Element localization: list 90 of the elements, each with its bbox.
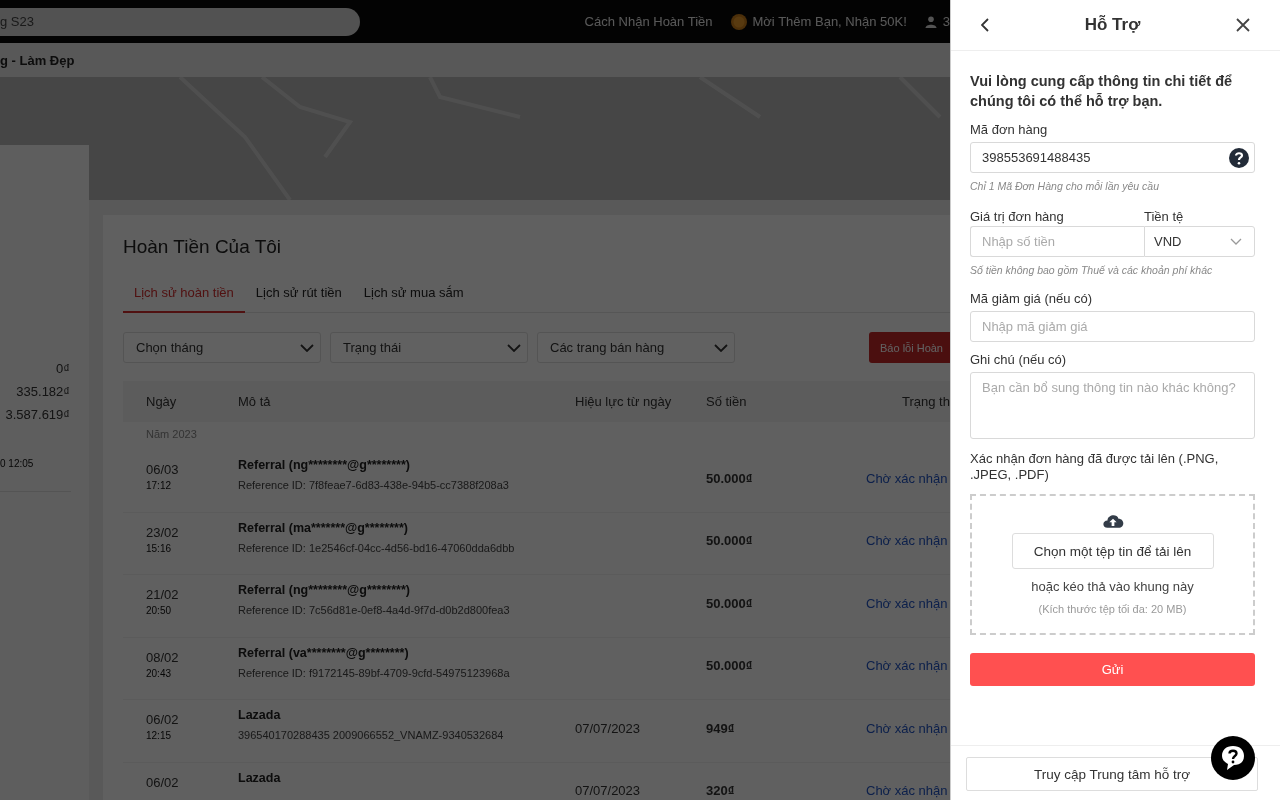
amount-text: 320₫ [706,783,735,798]
status-link[interactable]: Chờ xác nhận [866,470,948,486]
valid-date: 07/07/2023 [575,783,641,798]
chevron-down-icon [714,343,728,352]
field-label: Ghi chú (nếu có) [970,352,1068,367]
panel-title: Hỗ Trợ [1084,15,1141,35]
amount-field[interactable]: Nhập số tiền [970,226,1144,257]
transaction-title: Referral (ma*******@g********) [238,520,409,535]
date-text: 23/02 [146,524,180,540]
status-link[interactable]: Chờ xác nhận [866,658,948,673]
amount-text: 3.587.619₫ [5,407,70,422]
amount-text: 949₫ [706,720,735,736]
amount-text: 50.000₫ [706,470,753,486]
transaction-detail: 396540170288435 2009066552_VNAMZ-9340532684 [238,729,505,741]
tab[interactable]: Lịch sử hoàn tiền [123,277,245,313]
column-header: Mô tả [238,394,272,409]
field-label: Xác nhận đơn hàng đã được tải lên (.PNG, .JPEG, .PDF) [970,451,1220,483]
transaction-detail: Reference ID: f9172145-89bf-4709-9cfd-54975123968a [238,666,511,679]
submit-button[interactable]: Gửi [970,653,1255,686]
filter-dropdown[interactable]: Trạng thái [330,332,528,363]
date-text: 06/02 [146,712,180,727]
date-text: 08/02 [146,649,180,665]
amount-text: 50.000₫ [706,533,753,548]
coin-icon [730,13,747,30]
amount-text: 335.182₫ [16,384,70,399]
chevron-down-icon [1230,238,1242,245]
date-text: 21/02 [146,587,180,602]
page-title: Hoàn Tiền Của Tôi [123,235,283,259]
transaction-title: Referral (ng********@g********) [238,458,411,472]
help-icon[interactable] [1229,147,1249,168]
help-chat-icon[interactable] [1211,736,1255,780]
status-link[interactable]: Chờ xác nhận [866,783,948,798]
amount-text: 50.000₫ [706,595,753,611]
status-link[interactable]: Chờ xác nhận [866,595,948,611]
search-field[interactable]: g S23 [0,7,360,36]
choose-file-button[interactable]: Chọn một tệp tin để tải lên [1011,533,1214,569]
currency-dropdown[interactable]: VND [1144,226,1255,257]
column-header: Số tiền [706,394,748,409]
upload-dropzone[interactable]: Chọn một tệp tin để tải lên hoặc kéo thả vào khung này (Kích thước tệp tối đa: 20 MB) [970,494,1255,635]
order-id-field[interactable]: 398553691488435 [970,142,1255,173]
time-text: 20:50 [146,605,173,616]
tab[interactable]: Lịch sử mua sắm [352,277,475,313]
coupon-field[interactable]: Nhập mã giảm giá [970,311,1255,342]
size-note: (Kích thước tệp tối đa: 20 MB) [1038,603,1187,615]
help-center-button[interactable]: Truy cập Trung tâm hỗ trợ [966,757,1258,791]
field-label: Giá trị đơn hàng [970,209,1065,224]
field-label: Tiền tệ [1144,209,1185,224]
updated-time: 0 12:05 [0,458,35,469]
chevron-down-icon [300,343,314,352]
date-text: 06/02 [146,774,180,790]
breadcrumb[interactable]: g - Làm Đẹp [0,52,75,68]
note-field[interactable]: Bạn cần bổ sung thông tin nào khác không? [970,372,1255,439]
status-link[interactable]: Chờ xác nhận [866,533,948,548]
close-icon[interactable] [1236,18,1250,32]
intro-text: Vui lòng cung cấp thông tin chi tiết để chúng tôi có thể hỗ trợ bạn. [970,72,1234,111]
user-icon [924,15,937,28]
field-label: Mã giảm giá (nếu có) [970,291,1094,306]
tab[interactable]: Lịch sử rút tiền [244,277,353,313]
transaction-title: Lazada [238,708,282,722]
column-header: Ngày [145,394,178,409]
hint-text: Số tiền không bao gồm Thuế và các khoản phí khác [970,264,1214,276]
amount-text: 0₫ [56,361,70,376]
drag-hint: hoặc kéo thả vào khung này [1031,579,1194,594]
back-icon[interactable] [981,18,989,32]
transaction-title: Lazada [238,770,282,785]
column-header: Hiệu lực từ ngày [575,394,673,409]
filter-dropdown[interactable]: Chọn tháng [123,332,321,363]
chevron-down-icon [507,343,521,352]
valid-date: 07/07/2023 [575,720,641,736]
column-header: Trạng th [901,394,950,409]
field-label: Mã đơn hàng [970,122,1049,137]
date-text: 06/03 [146,462,180,477]
nav-link[interactable]: Cách Nhận Hoàn Tiền [584,14,713,29]
status-link[interactable]: Chờ xác nhận [866,720,948,736]
amount-text: 50.000₫ [706,658,753,673]
filter-dropdown[interactable]: Các trang bán hàng [537,332,735,363]
time-text: 17:12 [146,480,173,491]
time-text: 12:15 [146,730,173,741]
cloud-upload-icon [1101,513,1124,528]
transaction-detail: Reference ID: 7c56d81e-0ef8-4a4d-9f7d-d0b2d800fea3 [238,604,511,616]
report-button[interactable]: Báo lỗi Hoàn [869,332,950,363]
user-count[interactable]: 3 [942,14,950,29]
transaction-detail: Reference ID: 7f8feae7-6d83-438e-94b5-cc7388f208a3 [238,479,510,491]
transaction-title: Referral (ng********@g********) [238,583,411,597]
time-text: 15:16 [146,542,173,554]
transaction-title: Referral (va********@g********) [238,645,410,660]
nav-link[interactable]: Mời Thêm Bạn, Nhận 50K! [752,14,907,29]
transaction-detail: Reference ID: 1e2546cf-04cc-4d56-bd16-47060dda6dbb [238,541,516,554]
hint-text: Chỉ 1 Mã Đơn Hàng cho mỗi lần yêu cầu [970,180,1161,192]
time-text: 20:43 [146,667,173,679]
